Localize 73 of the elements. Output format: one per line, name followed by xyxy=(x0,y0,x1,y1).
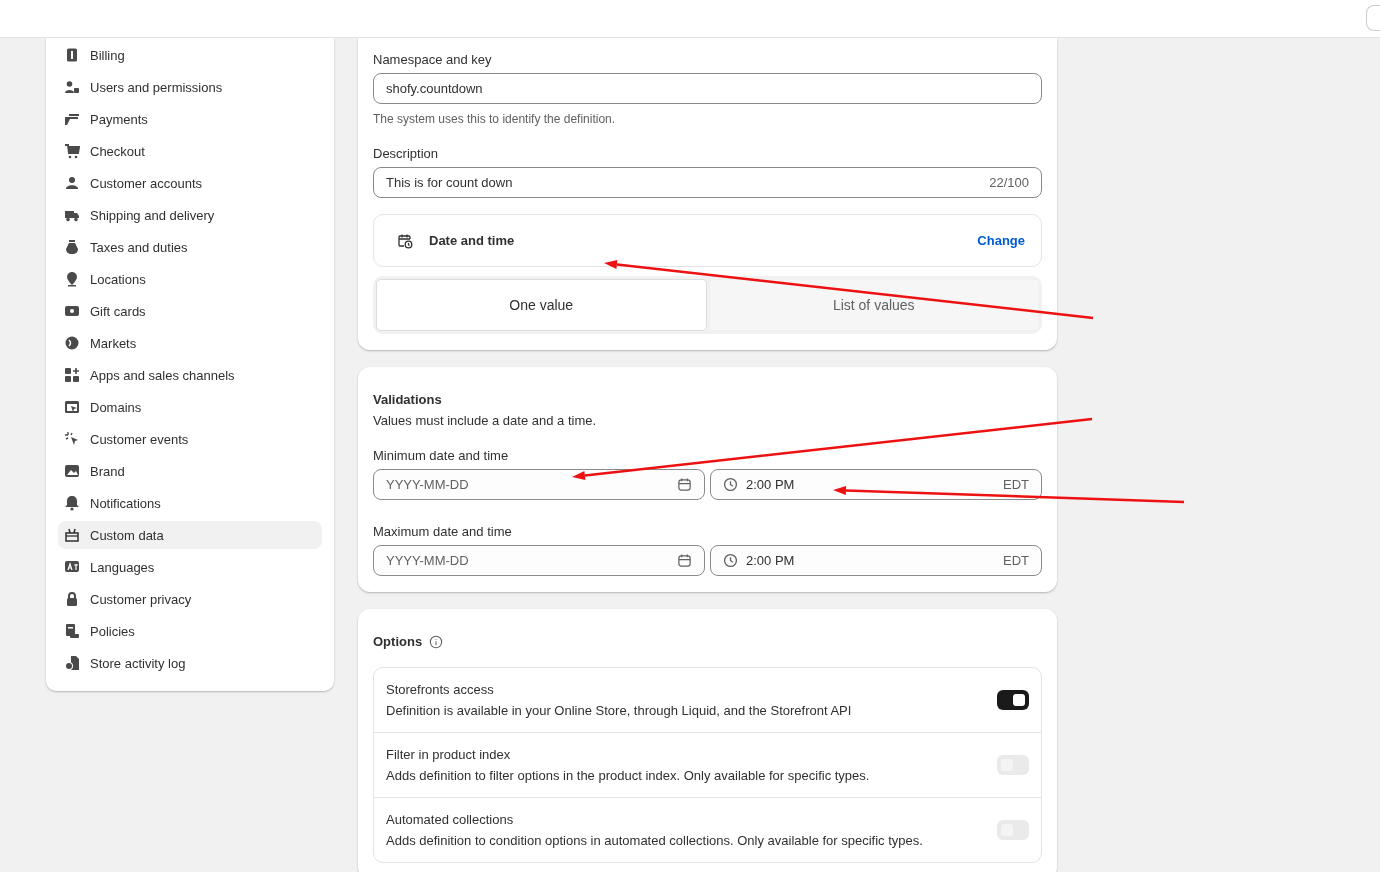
sidebar-item[interactable]: Shipping and delivery xyxy=(58,201,322,229)
users-icon xyxy=(64,79,80,95)
clock-icon xyxy=(723,553,738,568)
sidebar-item[interactable]: Policies xyxy=(58,617,322,645)
field-label: Description xyxy=(373,146,440,161)
sidebar-item[interactable]: Payments xyxy=(58,105,322,133)
value-mode-option[interactable]: List of values xyxy=(709,280,1038,330)
field-label: Minimum date and time xyxy=(373,448,510,463)
sidebar-item[interactable]: Notifications xyxy=(58,489,322,517)
translate-icon xyxy=(64,559,80,575)
sidebar-item[interactable]: Billing xyxy=(58,41,322,69)
field-label: Maximum date and time xyxy=(373,524,513,539)
box-icon xyxy=(64,527,80,543)
window-icon xyxy=(64,399,80,415)
time-input[interactable]: 2:00 PM xyxy=(746,470,995,499)
lock-icon xyxy=(64,591,80,607)
field-label: Namespace and key xyxy=(373,52,493,67)
date-input[interactable]: YYYY-MM-DD xyxy=(374,546,669,575)
calendar-icon xyxy=(677,553,692,568)
date-input[interactable]: YYYY-MM-DD xyxy=(374,470,669,499)
sidebar-item[interactable]: Users and permissions xyxy=(58,73,322,101)
header-button[interactable] xyxy=(1366,4,1380,31)
toggle-switch[interactable] xyxy=(997,690,1029,710)
calendar-icon xyxy=(677,477,692,492)
cursor-icon xyxy=(64,431,80,447)
description-field[interactable]: This is for count down 22/100 xyxy=(373,167,1042,198)
pin-icon xyxy=(64,271,80,287)
sidebar-item[interactable]: Languages xyxy=(58,553,322,581)
character-counter: 22/100 xyxy=(989,175,1029,190)
time-field[interactable]: 2:00 PM EDT xyxy=(710,545,1042,576)
option-title: Automated collections xyxy=(386,812,515,827)
sidebar-item[interactable]: Custom data xyxy=(58,521,322,549)
sidebar-item[interactable]: Store activity log xyxy=(58,649,322,677)
date-field[interactable]: YYYY-MM-DD xyxy=(373,545,705,576)
document-icon xyxy=(64,623,80,639)
card-title: Options xyxy=(373,634,423,649)
bell-icon xyxy=(64,495,80,511)
time-field[interactable]: 2:00 PM EDT xyxy=(710,469,1042,500)
bag-icon xyxy=(64,239,80,255)
help-text: The system uses this to identify the definition. xyxy=(373,112,617,126)
sidebar-item[interactable]: Checkout xyxy=(58,137,322,165)
value-mode-option[interactable]: One value xyxy=(377,280,706,330)
sidebar-item[interactable]: Domains xyxy=(58,393,322,421)
sidebar-item[interactable]: Brand xyxy=(58,457,322,485)
image-icon xyxy=(64,463,80,479)
option-description: Definition is available in your Online Store, through Liquid, and the Storefront API xyxy=(386,703,853,718)
sidebar-item[interactable]: Markets xyxy=(58,329,322,357)
timezone-label: EDT xyxy=(1003,477,1029,492)
description-input[interactable]: This is for count down xyxy=(374,168,982,197)
sidebar-item[interactable]: Customer privacy xyxy=(58,585,322,613)
sidebar-item[interactable]: Gift cards xyxy=(58,297,322,325)
option-title: Storefronts access xyxy=(386,682,495,697)
time-input[interactable]: 2:00 PM xyxy=(746,546,995,575)
option-title: Filter in product index xyxy=(386,747,512,762)
card-description: Values must include a date and a time. xyxy=(373,413,598,428)
type-label: Date and time xyxy=(429,233,516,248)
sidebar-item[interactable]: Customer events xyxy=(58,425,322,453)
timezone-label: EDT xyxy=(1003,553,1029,568)
sidebar-item[interactable]: Taxes and duties xyxy=(58,233,322,261)
option-description: Adds definition to condition options in automated collections. Only available for specific types. xyxy=(386,833,924,848)
card-title: Validations xyxy=(373,392,443,407)
option-description: Adds definition to filter options in the product index. Only available for specific types. xyxy=(386,768,871,783)
sidebar-item[interactable]: Locations xyxy=(58,265,322,293)
cart-icon xyxy=(64,143,80,159)
date-field[interactable]: YYYY-MM-DD xyxy=(373,469,705,500)
change-link[interactable]: Change xyxy=(977,233,1025,248)
apps-icon xyxy=(64,367,80,383)
person-icon xyxy=(64,175,80,191)
info-icon[interactable] xyxy=(429,634,444,649)
clock-icon xyxy=(723,477,738,492)
calendar-clock-icon xyxy=(397,232,413,249)
sidebar-item[interactable]: Customer accounts xyxy=(58,169,322,197)
sidebar-item[interactable]: Apps and sales channels xyxy=(58,361,322,389)
